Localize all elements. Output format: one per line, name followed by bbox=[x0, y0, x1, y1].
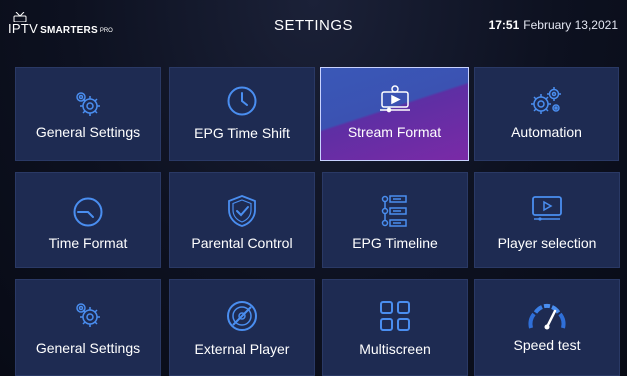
tile-label: General Settings bbox=[35, 124, 141, 140]
tile-label: Player selection bbox=[497, 235, 597, 251]
clock-time: 17:51 bbox=[488, 18, 520, 32]
player-icon bbox=[532, 196, 562, 221]
clock: 17:51 February 13,2021 bbox=[489, 18, 618, 32]
tile-player-selection[interactable]: Player selection bbox=[474, 172, 620, 268]
tile-epg-timeline[interactable]: EPG Timeline bbox=[322, 172, 468, 268]
clock-icon bbox=[227, 86, 257, 116]
tile-label: Stream Format bbox=[347, 124, 442, 140]
stream-format-icon bbox=[379, 85, 410, 113]
tile-parental-control[interactable]: Parental Control bbox=[169, 172, 315, 268]
shield-check-icon bbox=[228, 195, 256, 227]
tile-label: General Settings bbox=[35, 340, 141, 356]
tile-stream-format[interactable]: Stream Format bbox=[320, 67, 469, 161]
tile-epg-time-shift[interactable]: EPG Time Shift bbox=[169, 67, 315, 161]
clock-date: February 13,2021 bbox=[523, 18, 618, 32]
disc-icon bbox=[227, 301, 257, 331]
tile-general-settings[interactable]: General Settings bbox=[15, 279, 161, 376]
tile-label: Speed test bbox=[513, 337, 581, 353]
tile-label: Parental Control bbox=[191, 235, 293, 251]
speedometer-icon bbox=[528, 303, 566, 330]
tile-label: Automation bbox=[511, 124, 582, 140]
tile-general-settings[interactable]: General Settings bbox=[15, 67, 161, 161]
grid-icon bbox=[380, 301, 410, 331]
tile-label: Multiscreen bbox=[359, 341, 431, 357]
tile-label: EPG Time Shift bbox=[194, 125, 290, 141]
clock-icon bbox=[73, 197, 103, 227]
tile-speed-test[interactable]: Speed test bbox=[474, 279, 620, 376]
automation-gears-icon bbox=[530, 87, 561, 114]
timeline-icon bbox=[381, 195, 407, 227]
tile-label: Time Format bbox=[48, 235, 128, 251]
gears-icon bbox=[76, 303, 100, 327]
tile-automation[interactable]: Automation bbox=[474, 67, 619, 161]
gears-icon bbox=[76, 92, 100, 116]
tile-label: External Player bbox=[194, 341, 290, 357]
tile-multiscreen[interactable]: Multiscreen bbox=[322, 279, 468, 376]
tile-time-format[interactable]: Time Format bbox=[15, 172, 161, 268]
tile-external-player[interactable]: External Player bbox=[169, 279, 315, 376]
tile-label: EPG Timeline bbox=[352, 235, 438, 251]
